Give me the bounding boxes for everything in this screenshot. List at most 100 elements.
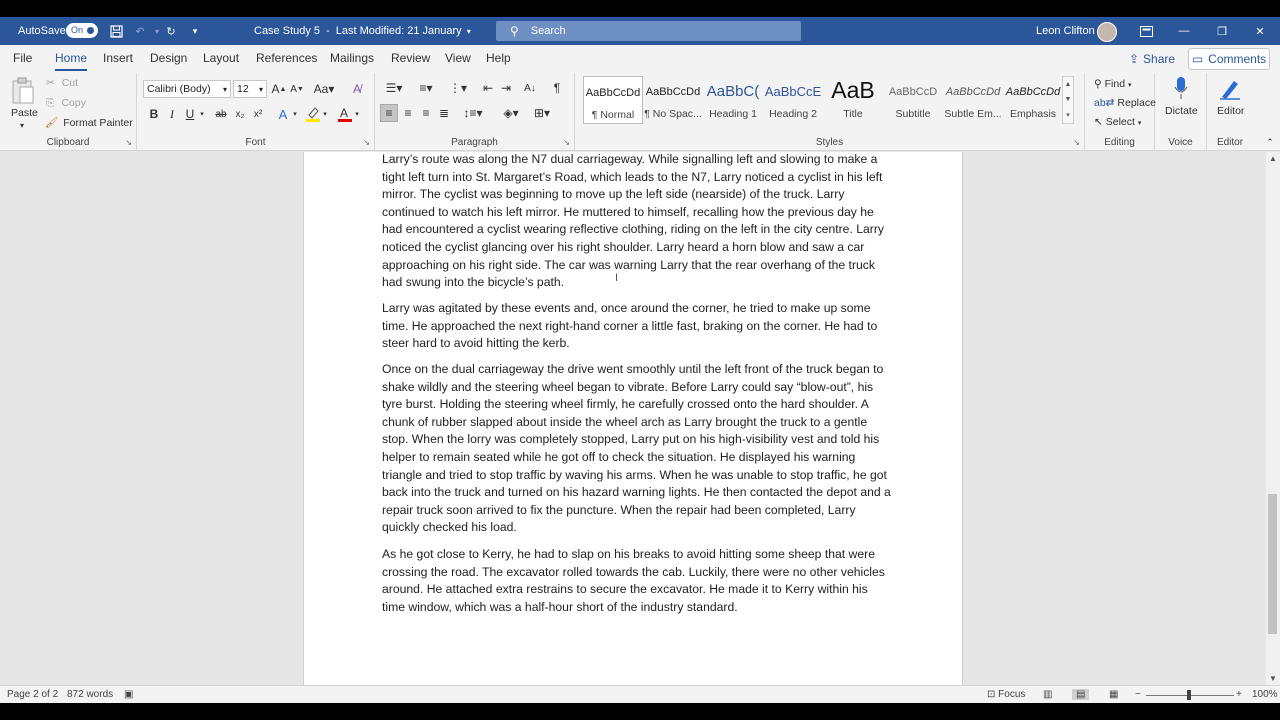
find-button[interactable]: ⚲ Find ▾ xyxy=(1094,78,1132,90)
more-styles-icon[interactable]: ▾ xyxy=(1066,111,1070,119)
highlight-icon[interactable] xyxy=(305,105,321,123)
dictate-label[interactable]: Dictate xyxy=(1165,105,1198,117)
paste-icon[interactable] xyxy=(10,77,36,105)
page-count[interactable]: Page 2 of 2 xyxy=(7,689,58,700)
bold-icon[interactable]: B xyxy=(147,105,161,123)
minimize-icon[interactable]: — xyxy=(1165,17,1203,45)
search-input[interactable]: ⚲ Search xyxy=(496,21,801,41)
numbering-icon[interactable]: ≡▾ xyxy=(413,79,439,97)
text-effects-icon[interactable]: A xyxy=(275,105,291,123)
select-button[interactable]: ↖ Select ▾ xyxy=(1094,116,1141,128)
zoom-slider-thumb[interactable] xyxy=(1187,690,1191,700)
strikethrough-icon[interactable]: ab xyxy=(213,105,229,123)
clipboard-launcher-icon[interactable]: ↘ xyxy=(125,138,132,147)
underline-icon[interactable]: U xyxy=(183,105,197,123)
increase-indent-icon[interactable]: ⇥ xyxy=(498,79,514,97)
vertical-scrollbar[interactable]: ▲ ▼ xyxy=(1266,152,1280,685)
chevron-down-icon[interactable]: ▼ xyxy=(1065,96,1072,103)
align-right-icon[interactable]: ≡ xyxy=(418,104,434,122)
line-spacing-icon[interactable]: ↕≡▾ xyxy=(461,104,485,122)
styles-launcher-icon[interactable]: ↘ xyxy=(1073,138,1080,147)
scroll-down-icon[interactable]: ▼ xyxy=(1266,674,1280,683)
ribbon-display-options-icon[interactable] xyxy=(1137,17,1155,45)
change-case-icon[interactable]: Aa▾ xyxy=(313,80,335,98)
restore-icon[interactable]: ❐ xyxy=(1203,17,1241,45)
zoom-level[interactable]: 100% xyxy=(1252,689,1278,700)
decrease-indent-icon[interactable]: ⇤ xyxy=(480,79,496,97)
style-emphasis[interactable]: AaBbCcDd Emphasis xyxy=(1003,76,1063,124)
save-icon[interactable] xyxy=(107,17,125,45)
sort-icon[interactable]: A↓ xyxy=(522,79,538,97)
close-icon[interactable]: ✕ xyxy=(1241,17,1279,45)
align-center-icon[interactable]: ≡ xyxy=(400,104,416,122)
italic-icon[interactable]: I xyxy=(165,105,179,123)
document-page[interactable]: Larry’s route was along the N7 dual carr… xyxy=(303,152,963,685)
borders-icon[interactable]: ⊞▾ xyxy=(529,104,555,122)
tab-design[interactable]: Design xyxy=(150,51,187,65)
copy-button[interactable]: ⎘ Copy xyxy=(46,97,86,110)
tab-review[interactable]: Review xyxy=(391,51,430,65)
font-launcher-icon[interactable]: ↘ xyxy=(363,138,370,147)
paste-dropdown-icon[interactable]: ▾ xyxy=(20,121,24,130)
paste-label[interactable]: Paste xyxy=(11,107,38,119)
proofing-icon[interactable]: ▣ xyxy=(124,689,133,700)
cut-button[interactable]: ✂ Cut xyxy=(46,77,78,89)
replace-button[interactable]: ab⇄ Replace xyxy=(1094,97,1156,109)
word-count[interactable]: 872 words xyxy=(67,689,113,700)
zoom-out-icon[interactable]: − xyxy=(1135,689,1141,700)
avatar[interactable] xyxy=(1097,22,1117,42)
chevron-up-icon[interactable]: ▲ xyxy=(1065,81,1072,88)
tab-view[interactable]: View xyxy=(445,51,471,65)
style-heading-1[interactable]: AaBbC( Heading 1 xyxy=(703,76,763,124)
style-heading-2[interactable]: AaBbCcE Heading 2 xyxy=(763,76,823,124)
style-subtitle[interactable]: AaBbCcD Subtitle xyxy=(883,76,943,124)
undo-icon[interactable]: ↶ xyxy=(131,17,149,45)
multilevel-list-icon[interactable]: ⋮▾ xyxy=(445,79,471,97)
clear-formatting-icon[interactable]: A̸ xyxy=(349,80,365,98)
comments-button[interactable]: ▭ Comments xyxy=(1188,48,1270,70)
highlight-dropdown-icon[interactable]: ▾ xyxy=(321,105,329,123)
underline-dropdown-icon[interactable]: ▾ xyxy=(198,105,206,123)
redo-icon[interactable]: ↻ xyxy=(162,17,180,45)
paragraph-launcher-icon[interactable]: ↘ xyxy=(563,138,570,147)
editor-label[interactable]: Editor xyxy=(1217,105,1244,117)
font-color-icon[interactable]: A xyxy=(337,105,353,123)
text-effects-dropdown-icon[interactable]: ▾ xyxy=(291,105,299,123)
autosave-toggle[interactable]: On xyxy=(66,23,98,38)
paragraph-3[interactable]: Once on the dual carriageway the drive w… xyxy=(382,361,892,537)
tab-insert[interactable]: Insert xyxy=(103,51,133,65)
customize-toolbar-icon[interactable]: ▾ xyxy=(186,17,204,45)
tab-layout[interactable]: Layout xyxy=(203,51,239,65)
user-name[interactable]: Leon Clifton xyxy=(1036,17,1095,45)
microphone-icon[interactable] xyxy=(1171,76,1191,102)
bullets-icon[interactable]: ☰▾ xyxy=(381,79,407,97)
align-left-icon[interactable]: ≡ xyxy=(380,104,398,122)
tab-home[interactable]: Home xyxy=(55,51,88,71)
document-title-area[interactable]: Case Study 5 - Last Modified: 21 January… xyxy=(254,17,471,45)
shrink-font-icon[interactable]: A ▼ xyxy=(289,80,305,98)
tab-help[interactable]: Help xyxy=(486,51,511,65)
focus-button[interactable]: ⊡ Focus xyxy=(987,689,1025,700)
tab-file[interactable]: File xyxy=(13,51,32,65)
style-no-spacing[interactable]: AaBbCcDd ¶ No Spac... xyxy=(643,76,703,124)
font-color-dropdown-icon[interactable]: ▾ xyxy=(353,105,361,123)
share-button[interactable]: ⇪ Share xyxy=(1124,48,1180,70)
format-painter-button[interactable]: 🖌 Format Painter xyxy=(45,116,133,129)
paragraph-4[interactable]: As he got close to Kerry, he had to slap… xyxy=(382,546,892,616)
style-normal[interactable]: AaBbCcDd ¶ Normal xyxy=(583,76,643,124)
print-layout-icon[interactable]: ▤ xyxy=(1072,689,1090,700)
scroll-up-icon[interactable]: ▲ xyxy=(1266,154,1280,163)
web-layout-icon[interactable]: ▦ xyxy=(1109,689,1118,700)
font-family-select[interactable]: Calibri (Body) ▾ xyxy=(143,80,231,98)
paragraph-2[interactable]: Larry was agitated by these events and, … xyxy=(382,300,892,353)
styles-gallery-scroll[interactable]: ▲ ▼ ▾ xyxy=(1062,76,1074,124)
shading-icon[interactable]: ◈▾ xyxy=(499,104,523,122)
collapse-ribbon-icon[interactable]: ⌃ xyxy=(1264,136,1276,148)
superscript-icon[interactable]: x² xyxy=(251,105,265,123)
font-size-select[interactable]: 12 ▾ xyxy=(233,80,267,98)
tab-references[interactable]: References xyxy=(256,51,317,65)
show-formatting-icon[interactable]: ¶ xyxy=(549,79,565,97)
read-mode-icon[interactable]: ▥ xyxy=(1043,689,1052,700)
subscript-icon[interactable]: x₂ xyxy=(233,105,247,123)
justify-icon[interactable]: ≣ xyxy=(436,104,452,122)
